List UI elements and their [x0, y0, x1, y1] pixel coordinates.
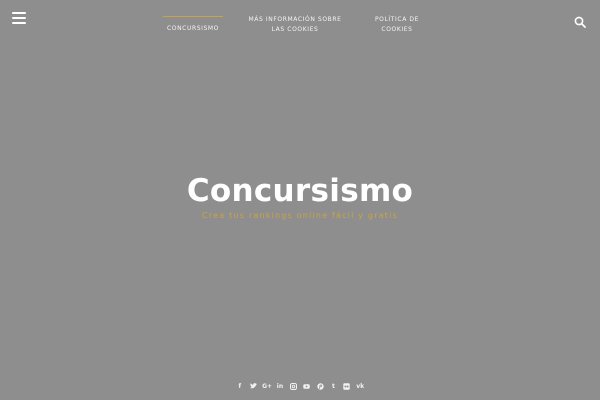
nav-item-concursismo[interactable]: Concursismo	[163, 0, 223, 40]
google-plus-icon[interactable]: G+	[262, 382, 272, 391]
hamburger-menu-button[interactable]	[12, 12, 26, 24]
pinterest-icon[interactable]	[316, 382, 325, 391]
nav-item-label: Más información sobre las cookies	[248, 16, 342, 33]
linkedin-icon[interactable]: in	[275, 382, 284, 391]
active-nav-indicator	[163, 16, 223, 17]
vk-icon[interactable]: vk	[356, 382, 365, 391]
nav-item-label: Política de cookies	[374, 16, 420, 33]
flickr-icon[interactable]	[342, 382, 351, 391]
youtube-icon[interactable]	[302, 382, 311, 391]
hamburger-icon-line	[12, 12, 26, 14]
tumblr-icon[interactable]: t	[329, 382, 338, 391]
nav-item-label: Concursismo	[166, 25, 220, 32]
search-icon	[574, 16, 586, 28]
hamburger-icon-line	[12, 17, 26, 19]
nav-item-cookies-policy[interactable]: Política de cookies	[363, 0, 431, 40]
social-links: f G+ in t vk	[0, 382, 600, 391]
instagram-icon[interactable]	[289, 382, 298, 391]
twitter-icon[interactable]	[249, 382, 258, 391]
site-tagline: Crea tus rankings online fácil y gratis	[202, 211, 398, 220]
facebook-icon[interactable]: f	[235, 382, 244, 391]
nav-item-cookies-info[interactable]: Más información sobre las cookies	[243, 0, 347, 40]
search-button[interactable]	[574, 13, 586, 28]
hamburger-icon-line	[12, 22, 26, 24]
site-title[interactable]: Concursismo	[0, 170, 600, 212]
